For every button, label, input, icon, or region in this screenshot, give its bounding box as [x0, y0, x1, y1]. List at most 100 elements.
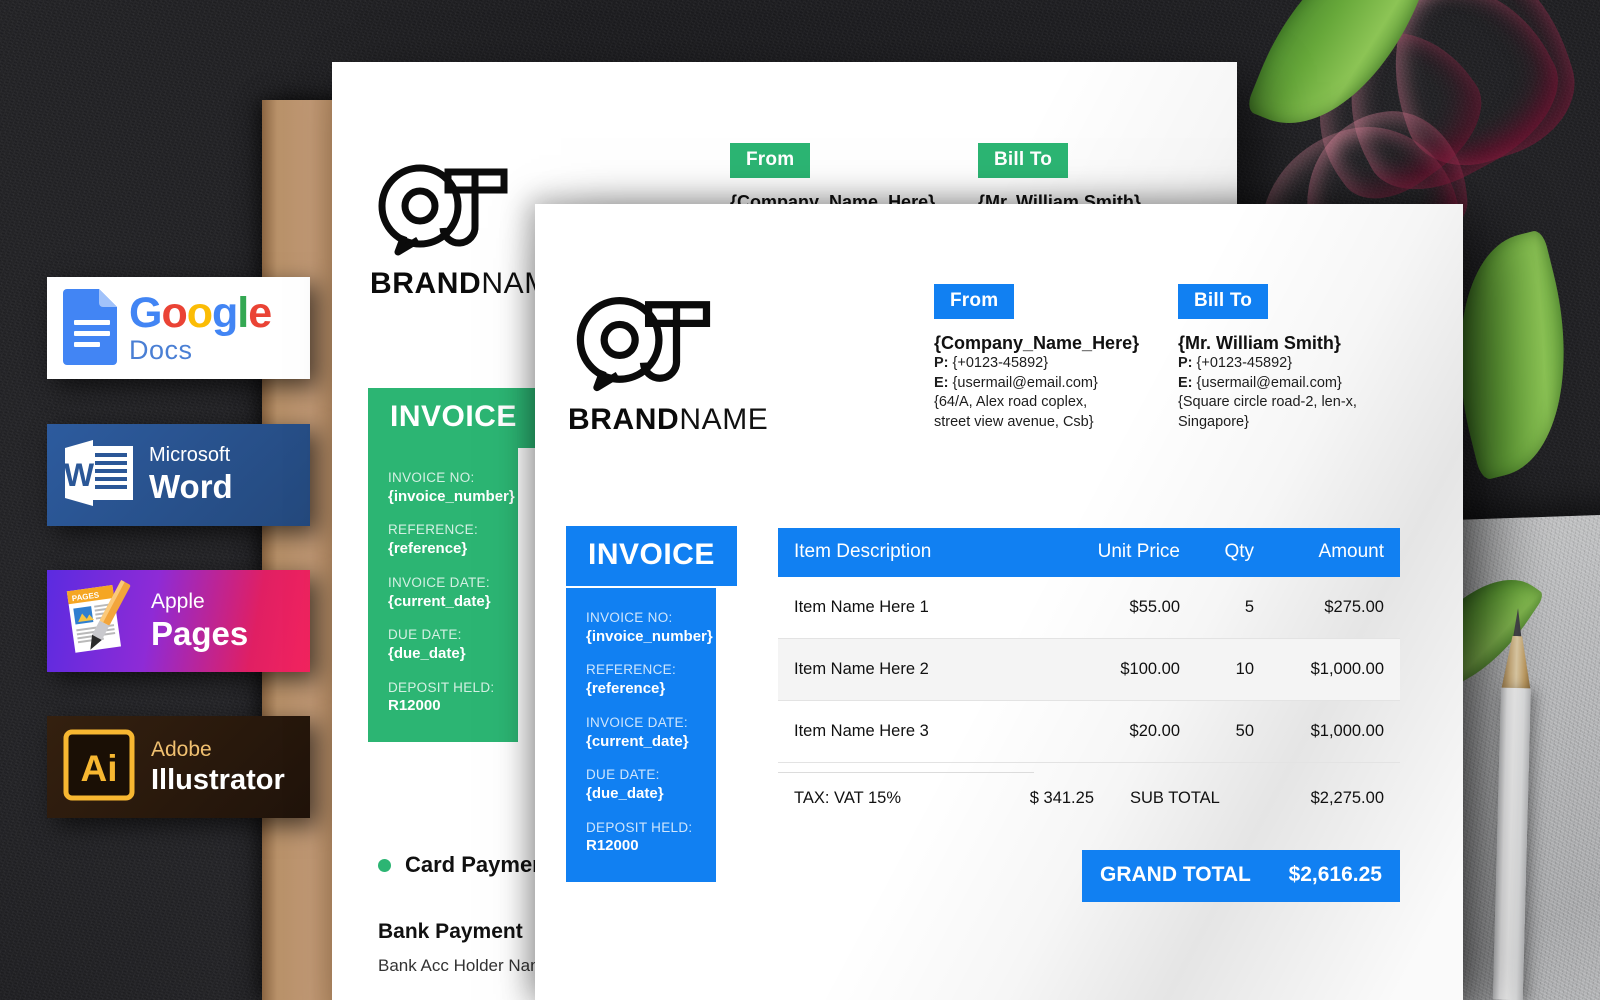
brand-logo-front: BRANDNAME [568, 292, 768, 437]
invoice-badge-label-back: INVOICE [368, 388, 539, 448]
badge-label-line2: Illustrator [151, 763, 285, 796]
table-row: Item Name Here 2 $100.00 10 $1,000.00 [778, 639, 1400, 701]
meta-value: {current_date} [586, 732, 689, 750]
meta-label: DEPOSIT HELD: [388, 679, 495, 695]
brand-light-front: NAME [679, 403, 769, 436]
bullet-dot-icon [378, 858, 391, 872]
from-address-line2: street view avenue, Csb} [934, 413, 1094, 430]
bill-to-block-front: Bill To {Mr. William Smith} P: {+0123-45… [1178, 284, 1357, 432]
invoice-meta-panel-front: INVOICE NO: {invoice_number} REFERENCE: … [566, 588, 716, 882]
meta-value: {invoice_number} [586, 627, 713, 645]
google-docs-icon [61, 287, 123, 370]
subtotal-label: SUB TOTAL [1130, 788, 1220, 807]
brand-logo-back: BRANDNAME [370, 160, 570, 301]
invoice-badge-label-front: INVOICE [566, 526, 737, 586]
bill-to-block-back: Bill To {Mr. William Smith} [978, 143, 1141, 213]
card-payment-label: Card Payment [405, 852, 553, 877]
meta-label: DUE DATE: [388, 627, 462, 643]
tax-label: TAX: VAT 15% [794, 788, 901, 807]
bill-to-phone-label: P: [1178, 355, 1193, 371]
meta-value: R12000 [388, 697, 441, 715]
meta-label: INVOICE NO: [388, 470, 475, 485]
svg-text:Ai: Ai [81, 748, 118, 789]
bank-account-holder-label: Bank Acc Holder Name [378, 956, 554, 975]
cell-qty: 50 [1235, 722, 1254, 740]
cell-amount: $1,000.00 [1310, 722, 1384, 740]
from-tag-back: From [730, 143, 811, 178]
bill-to-address-line1: {Square circle road-2, len-x, [1178, 394, 1357, 411]
invoice-badge-back: INVOICE [368, 388, 539, 448]
format-badge-microsoft-word[interactable]: W Microsoft Word [47, 424, 310, 526]
badge-label-line3: Docs [129, 335, 193, 365]
cell-unit-price: $55.00 [1129, 598, 1180, 616]
totals-divider [778, 772, 1034, 773]
format-badge-apple-pages[interactable]: PAGES Apple Pages [47, 570, 310, 672]
from-email-label: E: [934, 374, 949, 391]
microsoft-word-icon: W [63, 436, 135, 515]
meta-value: {reference} [586, 680, 666, 698]
qt-speech-bubble-logo [576, 297, 711, 392]
cell-unit-price: $100.00 [1120, 660, 1180, 678]
cell-unit-price: $20.00 [1129, 722, 1180, 740]
brand-bold-front: BRAND [568, 403, 680, 436]
table-header-row: Item Description Unit Price Qty Amount [778, 528, 1400, 577]
meta-label: DEPOSIT HELD: [586, 819, 693, 835]
format-badge-adobe-illustrator[interactable]: Ai Adobe Illustrator [47, 716, 310, 818]
invoice-badge-front: INVOICE [566, 526, 737, 586]
brand-bold-back: BRAND [370, 267, 482, 300]
from-phone-value: {+0123-45892} [952, 355, 1049, 371]
column-header-description: Item Description [794, 541, 932, 562]
adobe-illustrator-icon: Ai [63, 729, 135, 806]
from-email-value: {usermail@email.com} [952, 374, 1098, 391]
from-email-front: E: {usermail@email.com} [934, 374, 1139, 394]
apple-pages-icon: PAGES [61, 579, 139, 664]
from-phone-front: P: {+0123-45892} [934, 354, 1139, 374]
column-header-amount: Amount [1318, 541, 1384, 562]
svg-text:W: W [64, 457, 95, 493]
badge-label-line1: Apple [151, 589, 205, 613]
cell-amount: $275.00 [1324, 598, 1384, 616]
badge-label-line2: Pages [151, 614, 249, 652]
meta-value: {invoice_number} [388, 487, 515, 505]
bill-to-phone-value: {+0123-45892} [1196, 355, 1293, 371]
badge-label-line1: Adobe [151, 737, 212, 761]
grand-total-value: $2,616.25 [1288, 863, 1382, 886]
brand-wordmark-back: BRANDNAME [370, 267, 570, 301]
bill-to-tag-back: Bill To [978, 143, 1069, 178]
line-items-table: Item Description Unit Price Qty Amount I… [778, 528, 1400, 833]
format-badge-google-docs[interactable]: Google Docs [47, 277, 310, 379]
grand-total-label: GRAND TOTAL [1100, 863, 1251, 886]
from-address-line1: {64/A, Alex road coplex, [934, 394, 1088, 411]
invoice-meta-panel-back: INVOICE NO: {invoice_number} REFERENCE: … [368, 448, 518, 742]
bank-payment-heading-back: Bank Payment [378, 920, 523, 943]
table-row: Item Name Here 3 $20.00 50 $1,000.00 [778, 701, 1400, 763]
card-payment-heading-back: Card Payment [378, 852, 553, 878]
pencil-wood [1501, 636, 1532, 693]
bill-to-tag-front: Bill To [1178, 284, 1269, 319]
tax-value: $ 341.25 [1029, 788, 1094, 807]
cell-qty: 5 [1244, 598, 1254, 616]
cell-description: Item Name Here 1 [794, 598, 929, 616]
subtotal-value: $2,275.00 [1310, 788, 1384, 807]
grand-total-bar: GRAND TOTAL $2,616.25 [1082, 850, 1400, 902]
badge-label-line2: Word [149, 468, 233, 506]
badge-label-line1: Microsoft [149, 444, 231, 467]
meta-value: {due_date} [388, 645, 466, 662]
meta-label: INVOICE NO: [586, 610, 673, 625]
bill-to-email-label: E: [1178, 374, 1193, 391]
meta-label: INVOICE DATE: [586, 714, 688, 730]
bill-to-address-line2: Singapore} [1178, 413, 1249, 430]
totals-row: TAX: VAT 15% $ 341.25 SUB TOTAL $2,275.0… [778, 763, 1400, 833]
bill-to-name-front: {Mr. William Smith} [1178, 333, 1341, 353]
mockup-scene: Google Docs W Microsoft Word PAGES Apple… [0, 0, 1600, 1000]
from-block-front: From {Company_Name_Here} P: {+0123-45892… [934, 284, 1139, 432]
from-block-back: From {Company_Name_Here} [730, 143, 935, 213]
bill-to-phone-front: P: {+0123-45892} [1178, 354, 1357, 374]
column-header-unit-price: Unit Price [1097, 541, 1180, 562]
from-tag-front: From [934, 284, 1015, 319]
cell-qty: 10 [1235, 660, 1254, 678]
cell-amount: $1,000.00 [1310, 660, 1384, 678]
from-phone-label: P: [934, 355, 949, 371]
from-company-front: {Company_Name_Here} [934, 333, 1140, 353]
meta-value: R12000 [586, 837, 639, 855]
